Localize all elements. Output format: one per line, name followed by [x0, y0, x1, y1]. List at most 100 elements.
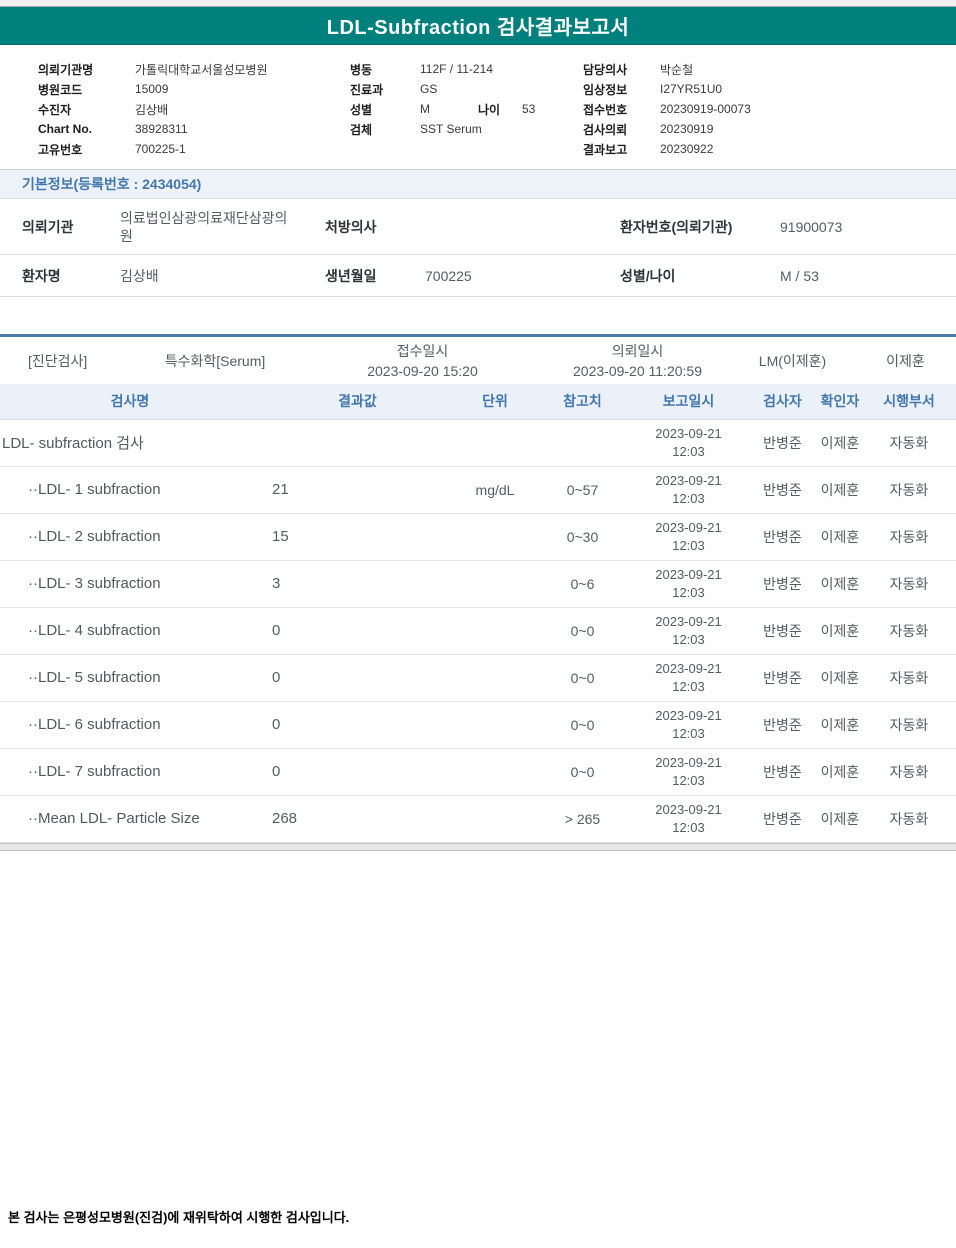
header-field: 의뢰기관명 가톨릭대학교서울성모병원: [38, 59, 350, 79]
field-value: M: [420, 102, 430, 116]
confirmer: 이제훈: [818, 419, 862, 467]
field-label: 고유번호: [38, 142, 83, 157]
unit: [455, 795, 535, 843]
request-datetime: 의뢰일시 2023-09-20 11:20:59: [545, 341, 730, 381]
result-value: 21: [260, 466, 455, 514]
field-value: 112F / 11-214: [420, 62, 493, 76]
request-label: 의뢰일시: [611, 342, 664, 359]
field-label: 진료과: [350, 82, 384, 97]
test-name: ··LDL- 1 subfraction: [0, 466, 260, 514]
unit: [455, 748, 535, 796]
field-label: 의뢰기관명: [38, 62, 94, 77]
report-datetime: 2023-09-21 12:03: [630, 748, 747, 796]
unit: mg/dL: [455, 466, 535, 514]
field-value: I27YR51U0: [660, 82, 723, 96]
unit: [455, 607, 535, 655]
table-row: ··LDL- 6 subfraction 0 0~0 2023-09-21 12:…: [0, 701, 956, 749]
field-value: SST Serum: [420, 122, 482, 136]
header-field: 접수번호 20230919-00073: [583, 99, 956, 119]
field-label: 환자명: [22, 267, 61, 284]
tester: 반병준: [747, 748, 818, 796]
test-name: ··LDL- 6 subfraction: [0, 701, 260, 749]
receipt-datetime: 접수일시 2023-09-20 15:20: [300, 341, 545, 381]
table-row: ··LDL- 2 subfraction 15 0~30 2023-09-21 1…: [0, 513, 956, 561]
field-value: M / 53: [780, 267, 819, 284]
performing-dept: 자동화: [862, 607, 956, 655]
tester: 반병준: [747, 607, 818, 655]
col-header-dept: 시행부서: [862, 384, 956, 420]
field-value: 38928311: [135, 122, 188, 136]
tester: 반병준: [747, 701, 818, 749]
field-label: 처방의사: [325, 218, 377, 235]
field-label: 결과보고: [583, 142, 628, 157]
field-value: 김상배: [120, 267, 159, 284]
field-value: 20230919-00073: [660, 102, 751, 116]
field-value: 20230922: [660, 142, 714, 156]
header-field: 진료과 GS: [350, 79, 583, 99]
field-label: 검사의뢰: [583, 122, 628, 137]
table-row: LDL- subfraction 검사 2023-09-21 12:03 반병준 …: [0, 419, 956, 467]
confirmer: 이제훈: [818, 654, 862, 702]
result-value: 0: [260, 748, 455, 796]
footer-disclaimer: 본 검사는 은평성모병원(진검)에 재위탁하여 시행한 검사입니다.: [8, 1210, 350, 1225]
unit: [455, 513, 535, 561]
tester: 반병준: [747, 513, 818, 561]
field-label: 수진자: [38, 102, 72, 117]
basic-info-section-bar: 기본정보(등록번호 : 2434054): [0, 169, 956, 199]
test-name: ··LDL- 5 subfraction: [0, 654, 260, 702]
field-label: 접수번호: [583, 102, 628, 117]
field-value: 91900073: [780, 218, 843, 235]
header-field: 병원코드 15009: [38, 79, 350, 99]
header-field: 병동 112F / 11-214: [350, 59, 583, 79]
performing-dept: 자동화: [862, 466, 956, 514]
unit: [455, 419, 535, 467]
table-row: ··LDL- 7 subfraction 0 0~0 2023-09-21 12:…: [0, 748, 956, 796]
report-datetime: 2023-09-21 12:03: [630, 701, 747, 749]
header-info-left: 의뢰기관명 가톨릭대학교서울성모병원 병원코드 15009 수진자 김상배 Ch…: [0, 59, 350, 159]
basic-info-row: 의뢰기관 의료법인삼광의료재단삼광의원 처방의사 환자번호(의뢰기관) 9190…: [0, 199, 956, 255]
table-row: ··LDL- 4 subfraction 0 0~0 2023-09-21 12:…: [0, 607, 956, 655]
header-info: 의뢰기관명 가톨릭대학교서울성모병원 병원코드 15009 수진자 김상배 Ch…: [0, 45, 956, 169]
field-label: 담당의사: [583, 62, 628, 77]
header-field: 검체 SST Serum: [350, 119, 583, 139]
test-name: ··LDL- 7 subfraction: [0, 748, 260, 796]
header-field: 검사의뢰 20230919: [583, 119, 956, 139]
col-header-tester: 검사자: [747, 384, 818, 420]
confirmer: 이제훈: [818, 466, 862, 514]
reference-range: 0~0: [535, 607, 630, 655]
table-row: ··LDL- 1 subfraction 21 mg/dL 0~57 2023-…: [0, 466, 956, 514]
request-value: 2023-09-20 11:20:59: [573, 362, 702, 379]
results-header-row: 검사명 결과값 단위 참고치 보고일시 검사자 확인자 시행부서: [0, 384, 956, 420]
unit: [455, 560, 535, 608]
tester: 반병준: [747, 654, 818, 702]
field-value: 700225: [425, 267, 472, 284]
header-field: 임상정보 I27YR51U0: [583, 79, 956, 99]
test-name: ··LDL- 3 subfraction: [0, 560, 260, 608]
report-datetime: 2023-09-21 12:03: [630, 466, 747, 514]
performing-dept: 자동화: [862, 419, 956, 467]
tester: 반병준: [747, 419, 818, 467]
field-value: 15009: [135, 82, 169, 96]
receipt-label: 접수일시: [396, 342, 449, 359]
field-label: 의뢰기관: [22, 218, 74, 235]
field-value: 의료법인삼광의료재단삼광의원: [120, 209, 288, 244]
col-header-test-name: 검사명: [0, 384, 260, 420]
confirmer: 이제훈: [818, 513, 862, 561]
field-value: 53: [522, 102, 536, 116]
result-value: 15: [260, 513, 455, 561]
header-field: 담당의사 박순철: [583, 59, 956, 79]
table-row: ··Mean LDL- Particle Size 268 > 265 2023…: [0, 795, 956, 843]
field-label: Chart No.: [38, 122, 92, 136]
field-label: 생년월일: [325, 267, 377, 284]
header-field: 성별 M 나이 53: [350, 99, 583, 119]
confirmer: 이제훈: [818, 701, 862, 749]
result-value: 0: [260, 654, 455, 702]
performing-dept: 자동화: [862, 654, 956, 702]
header-info-right: 담당의사 박순철 임상정보 I27YR51U0 접수번호 20230919-00…: [583, 59, 956, 159]
unit: [455, 654, 535, 702]
result-value: 3: [260, 560, 455, 608]
page-title: LDL-Subfraction 검사결과보고서: [326, 17, 630, 39]
col-header-reference: 참고치: [535, 384, 630, 420]
performing-dept: 자동화: [862, 795, 956, 843]
